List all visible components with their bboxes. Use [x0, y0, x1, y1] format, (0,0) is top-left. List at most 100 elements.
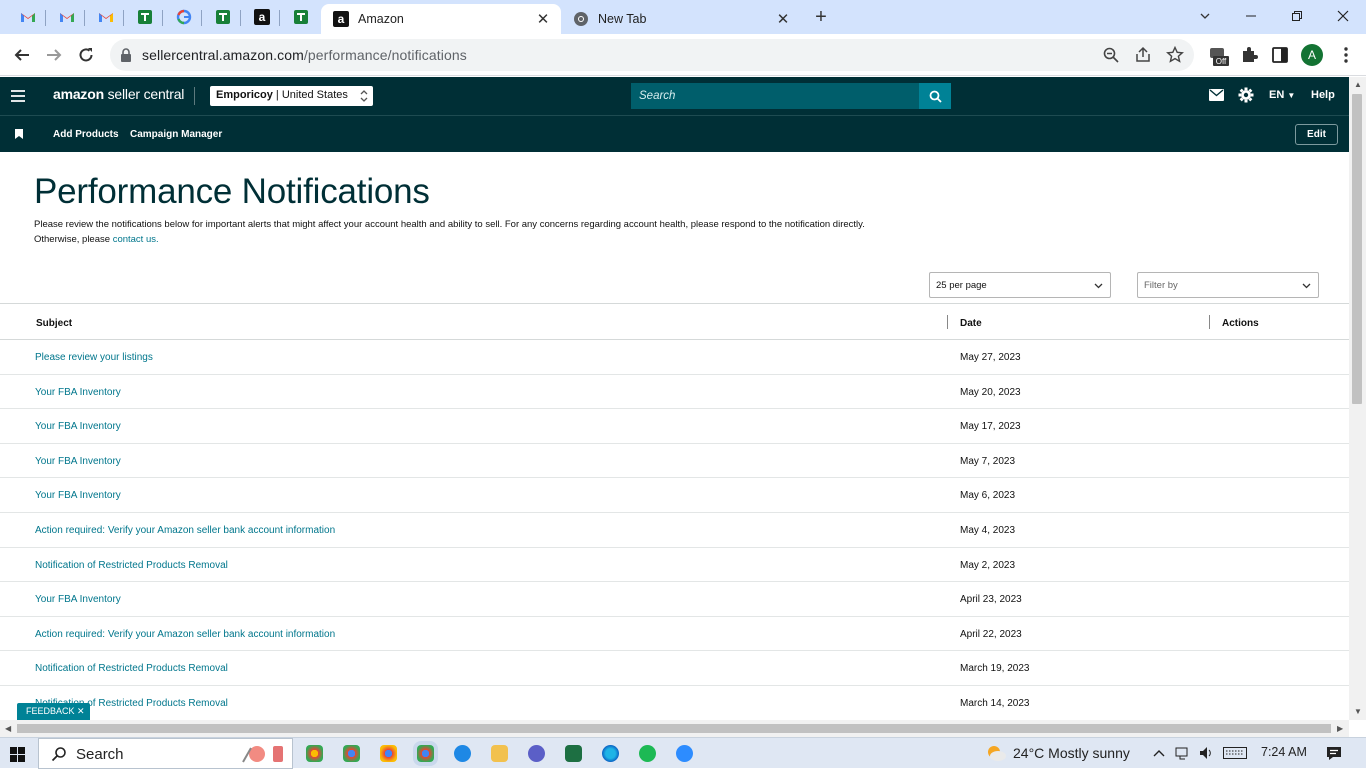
- reload-icon: [79, 48, 93, 62]
- column-divider: [947, 315, 948, 329]
- pinned-tab-sheets[interactable]: [283, 4, 319, 30]
- tab-amazon[interactable]: a Amazon ✕: [321, 4, 561, 34]
- column-header-subject[interactable]: Subject: [36, 318, 72, 329]
- nav-link-add-products[interactable]: Add Products: [53, 129, 119, 140]
- side-panel-icon[interactable]: [1270, 45, 1290, 65]
- minimize-button[interactable]: [1228, 0, 1274, 32]
- address-bar[interactable]: sellercentral.amazon.com/performance/not…: [110, 39, 1194, 71]
- chrome-app-icon-active[interactable]: [417, 745, 434, 762]
- share-icon[interactable]: [1134, 46, 1152, 64]
- zoom-icon[interactable]: [1102, 46, 1120, 64]
- tab-title: New Tab: [598, 12, 647, 26]
- tab-new-tab[interactable]: New Tab ✕: [561, 4, 801, 34]
- notification-subject-link[interactable]: Your FBA Inventory: [35, 421, 121, 432]
- chevron-up-icon[interactable]: [1153, 748, 1165, 758]
- tab-search-icon[interactable]: [1182, 0, 1228, 32]
- vertical-scrollbar[interactable]: ▲ ▼: [1349, 77, 1366, 720]
- chevron-down-icon: [1094, 283, 1103, 289]
- chrome-app-icon[interactable]: [380, 745, 397, 762]
- horizontal-scrollbar[interactable]: ◀ ▶: [0, 720, 1349, 737]
- notification-subject-link[interactable]: Your FBA Inventory: [35, 456, 121, 467]
- bookmark-icon[interactable]: [15, 129, 23, 139]
- close-tab-icon[interactable]: ✕: [775, 11, 791, 28]
- page-title: Performance Notifications: [34, 172, 430, 211]
- notification-subject-link[interactable]: Your FBA Inventory: [35, 594, 121, 605]
- chrome-app-icon[interactable]: [306, 745, 323, 762]
- search-input[interactable]: Search: [631, 83, 919, 109]
- account-switcher[interactable]: Emporicoy | United States: [210, 86, 373, 106]
- edge-icon[interactable]: [602, 745, 619, 762]
- sheets-icon: [138, 10, 152, 24]
- weather-widget[interactable]: 24°C Mostly sunny: [985, 744, 1130, 762]
- feedback-button[interactable]: FEEDBACK ✕: [17, 703, 90, 720]
- gear-icon[interactable]: [1238, 87, 1254, 103]
- notifications-icon[interactable]: [1326, 746, 1342, 761]
- back-button[interactable]: [10, 43, 34, 67]
- notification-subject-link[interactable]: Your FBA Inventory: [35, 387, 121, 398]
- chrome-app-icon[interactable]: [343, 745, 360, 762]
- search-button[interactable]: [919, 83, 951, 109]
- pinned-tab-gmail[interactable]: [49, 4, 85, 30]
- close-tab-icon[interactable]: ✕: [535, 11, 551, 28]
- close-window-button[interactable]: [1320, 0, 1366, 32]
- reload-button[interactable]: [74, 43, 98, 67]
- scroll-right-icon[interactable]: ▶: [1337, 724, 1343, 733]
- keyboard-icon[interactable]: [1223, 747, 1247, 759]
- table-row: Your FBA Inventory May 7, 2023: [0, 444, 1349, 479]
- pinned-tab-gmail[interactable]: [10, 4, 46, 30]
- scroll-down-icon[interactable]: ▼: [1354, 707, 1362, 716]
- file-explorer-icon[interactable]: [491, 745, 508, 762]
- notification-subject-link[interactable]: Notification of Restricted Products Remo…: [35, 560, 228, 571]
- volume-icon[interactable]: [1199, 746, 1215, 760]
- amazon-icon: a: [254, 9, 270, 25]
- notification-subject-link[interactable]: Action required: Verify your Amazon sell…: [35, 525, 335, 536]
- column-header-date[interactable]: Date: [960, 318, 982, 329]
- filter-select[interactable]: Filter by: [1137, 272, 1319, 298]
- spotify-icon[interactable]: [639, 745, 656, 762]
- taskbar-clock[interactable]: 7:24 AM: [1261, 745, 1307, 759]
- extension-off-button[interactable]: Off: [1208, 45, 1229, 66]
- nav-link-campaign-manager[interactable]: Campaign Manager: [130, 129, 222, 140]
- windows-start-icon[interactable]: [10, 747, 25, 762]
- contact-us-link[interactable]: contact us.: [113, 234, 159, 245]
- notification-subject-link[interactable]: Please review your listings: [35, 352, 153, 363]
- network-icon[interactable]: [1175, 746, 1191, 760]
- more-menu-icon[interactable]: [1336, 45, 1356, 65]
- media-player-icon[interactable]: [528, 745, 545, 762]
- hamburger-menu-icon[interactable]: [11, 90, 25, 102]
- notification-subject-link[interactable]: Your FBA Inventory: [35, 490, 121, 501]
- amazon-seller-central-logo[interactable]: amazon seller central: [53, 86, 184, 102]
- vertical-scroll-thumb[interactable]: [1352, 94, 1362, 404]
- table-row: Your FBA Inventory May 17, 2023: [0, 409, 1349, 444]
- help-link[interactable]: Help: [1311, 89, 1335, 101]
- notification-subject-link[interactable]: Action required: Verify your Amazon sell…: [35, 629, 335, 640]
- pinned-tab-amazon[interactable]: a: [244, 4, 280, 30]
- bookmarks-nav: Add Products Campaign Manager Edit: [0, 115, 1349, 152]
- language-selector[interactable]: EN ▼: [1269, 89, 1295, 101]
- bookmark-star-icon[interactable]: [1166, 46, 1184, 64]
- notification-subject-link[interactable]: Notification of Restricted Products Remo…: [35, 663, 228, 674]
- excel-icon[interactable]: [565, 745, 582, 762]
- edit-button[interactable]: Edit: [1295, 124, 1338, 145]
- taskbar-search[interactable]: Search: [38, 738, 293, 769]
- app-icon[interactable]: [454, 745, 471, 762]
- restore-button[interactable]: [1274, 0, 1320, 32]
- mail-icon[interactable]: [1209, 89, 1224, 101]
- per-page-select[interactable]: 25 per page: [929, 272, 1111, 298]
- zoom-app-icon[interactable]: [676, 745, 693, 762]
- scroll-left-icon[interactable]: ◀: [5, 724, 11, 733]
- pinned-tab-sheets[interactable]: [127, 4, 163, 30]
- pinned-tab-google[interactable]: [166, 4, 202, 30]
- new-tab-button[interactable]: +: [810, 6, 832, 28]
- extensions-puzzle-icon[interactable]: [1239, 45, 1259, 65]
- horizontal-scroll-thumb[interactable]: [17, 724, 1331, 733]
- google-icon: [176, 9, 192, 25]
- pinned-tab-sheets[interactable]: [205, 4, 241, 30]
- forward-button[interactable]: [42, 43, 66, 67]
- scroll-up-icon[interactable]: ▲: [1354, 80, 1362, 89]
- arrow-right-icon: [47, 49, 62, 61]
- profile-avatar[interactable]: A: [1301, 44, 1323, 66]
- table-row: Your FBA Inventory May 6, 2023: [0, 478, 1349, 513]
- gmail-icon: [99, 13, 113, 22]
- pinned-tab-gmail[interactable]: [88, 4, 124, 30]
